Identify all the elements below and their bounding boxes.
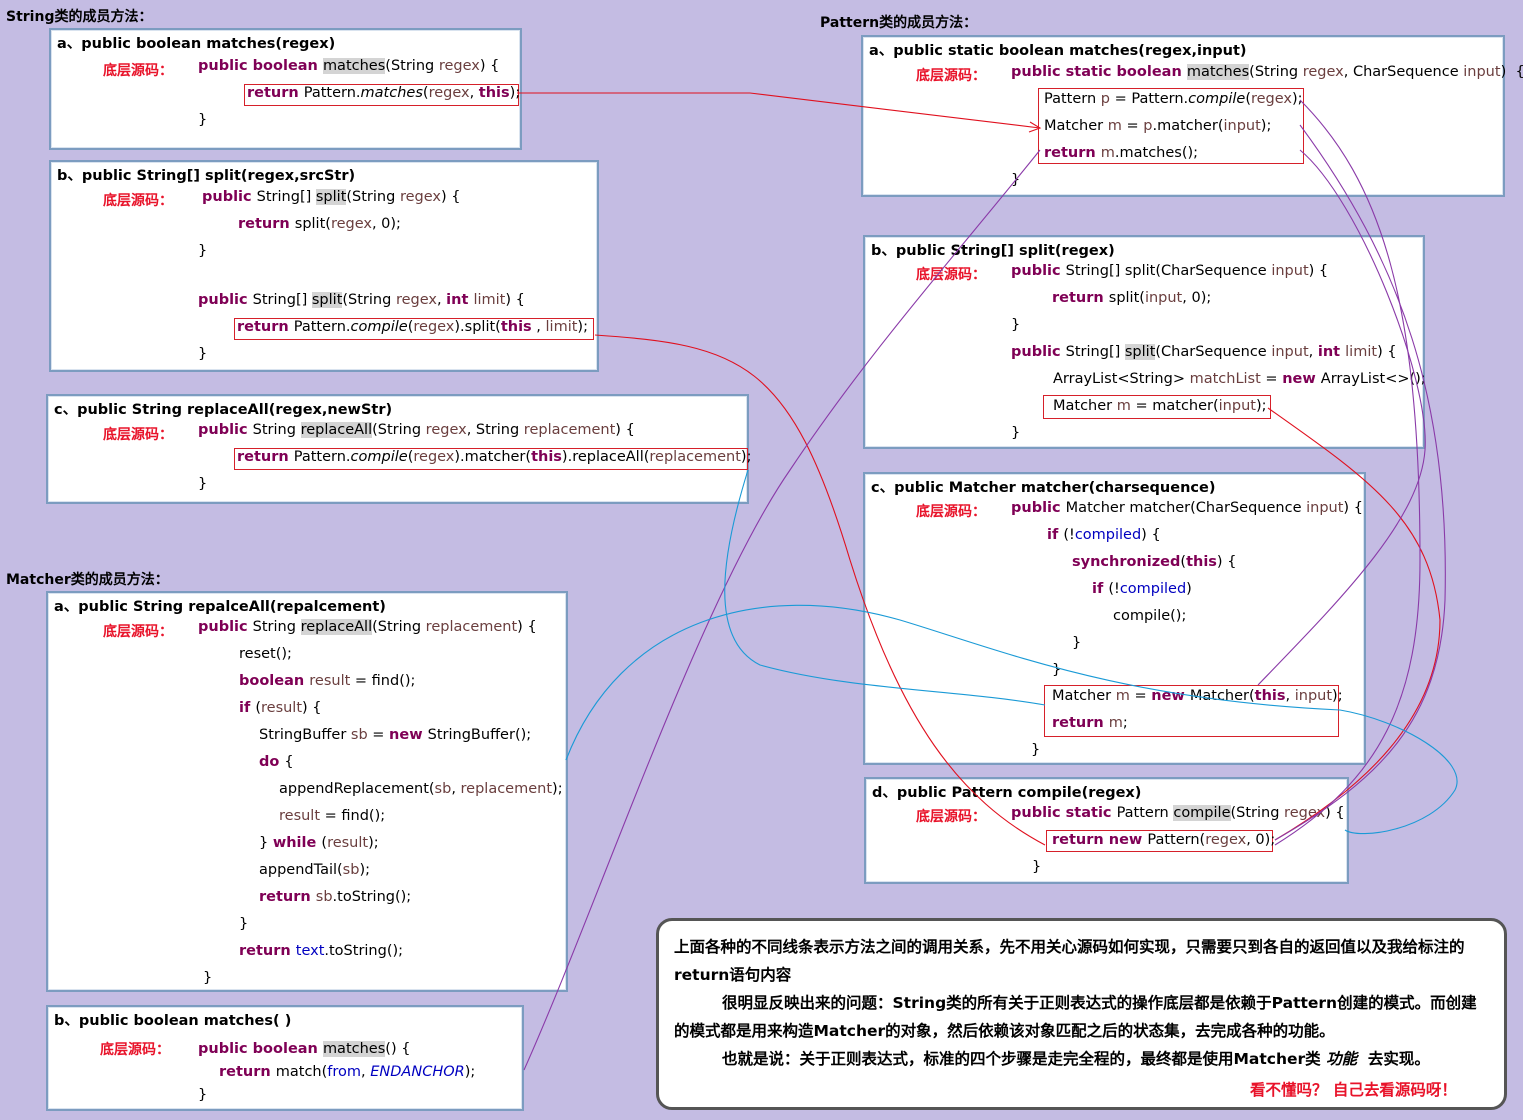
note-warning: 看不懂吗？ 自己去看源码呀！ <box>1250 1081 1457 1099</box>
code-line: public String[] split(CharSequence input… <box>1011 263 1329 279</box>
code-line: if (result) { <box>239 700 322 716</box>
note-text: 也就是说：关于正则表达式，标准的四个步骤是走完全程的，最终都是使用Matcher… <box>722 1050 1430 1068</box>
code-line: public static Pattern compile(String reg… <box>1011 805 1345 821</box>
code-line: return split(regex, 0); <box>238 216 401 232</box>
box-title: a、public static boolean matches(regex,in… <box>869 43 1247 59</box>
string-split-box: b、public String[] split(regex,srcStr) 底层… <box>49 160 599 372</box>
code-line: boolean result = find(); <box>239 673 416 689</box>
code-line: do { <box>259 754 294 770</box>
source-label: 底层源码： <box>103 427 173 443</box>
matcher-replaceall-box: a、public String repalceAll(repalcement) … <box>46 591 568 992</box>
code-line: return split(input, 0); <box>1052 290 1212 306</box>
source-label: 底层源码： <box>916 267 986 283</box>
section-string-title: String类的成员方法： <box>6 9 153 25</box>
box-title: a、public String repalceAll(repalcement) <box>54 599 386 615</box>
box-title: b、public String[] split(regex,srcStr) <box>57 168 356 184</box>
pattern-compile-box: d、public Pattern compile(regex) 底层源码： pu… <box>864 777 1349 884</box>
code-line: } <box>1011 425 1021 441</box>
code-line: return Pattern.compile(regex).split(this… <box>237 319 588 335</box>
code-line: synchronized(this) { <box>1072 554 1237 570</box>
code-line: } <box>1011 172 1021 188</box>
code-line: } <box>203 970 213 986</box>
code-line: public String replaceAll(String replacem… <box>198 619 537 635</box>
code-line: } <box>239 916 249 932</box>
code-line: } <box>1052 662 1062 678</box>
code-line: public boolean matches(String regex) { <box>198 58 500 74</box>
explanation-note: 上面各种的不同线条表示方法之间的调用关系，先不用关心源码如何实现，只需要只到各自… <box>656 918 1507 1110</box>
code-line: compile(); <box>1113 608 1187 624</box>
source-label: 底层源码： <box>100 1042 170 1058</box>
pattern-matches-box: a、public static boolean matches(regex,in… <box>861 35 1523 197</box>
box-title: d、public Pattern compile(regex) <box>872 785 1142 801</box>
code-line: return Pattern.matches(regex, this); <box>247 85 521 101</box>
code-line: } <box>198 346 208 362</box>
code-line: StringBuffer sb = new StringBuffer(); <box>259 727 532 743</box>
code-line: ArrayList<String> matchList = new ArrayL… <box>1053 371 1426 387</box>
code-line: appendTail(sb); <box>259 862 370 878</box>
code-line: } <box>198 1087 208 1103</box>
note-text: 很明显反映出来的问题：String类的所有关于正则表达式的操作底层都是依赖于Pa… <box>722 994 1477 1012</box>
code-line: return m.matches(); <box>1044 145 1199 161</box>
source-label: 底层源码： <box>103 193 173 209</box>
code-line: appendReplacement(sb, replacement); <box>279 781 563 797</box>
code-line: return new Pattern(regex, 0); <box>1052 832 1276 848</box>
code-line: reset(); <box>239 646 292 662</box>
code-line: } <box>1031 742 1041 758</box>
code-line: return sb.toString(); <box>259 889 412 905</box>
code-line: Matcher m = new Matcher(this, input); <box>1052 688 1343 704</box>
code-line: } <box>1072 635 1082 651</box>
code-line: if (!compiled) <box>1092 581 1192 597</box>
code-line: public String replaceAll(String regex, S… <box>198 422 635 438</box>
code-line: } <box>198 243 208 259</box>
code-line: public boolean matches() { <box>198 1041 411 1057</box>
matcher-matches-box: b、public boolean matches( ) 底层源码： public… <box>46 1005 524 1111</box>
code-line: } <box>1032 859 1042 875</box>
string-replaceall-box: c、public String replaceAll(regex,newStr)… <box>46 394 752 504</box>
source-label: 底层源码： <box>103 624 173 640</box>
section-pattern-title: Pattern类的成员方法： <box>820 15 978 31</box>
code-line: if (!compiled) { <box>1047 527 1161 543</box>
box-title: c、public Matcher matcher(charsequence) <box>871 480 1216 496</box>
code-line: return text.toString(); <box>239 943 404 959</box>
string-matches-box: a、public boolean matches(regex) 底层源码： pu… <box>49 28 522 150</box>
source-label: 底层源码： <box>916 68 986 84</box>
code-line: } <box>198 112 208 128</box>
code-line: Pattern p = Pattern.compile(regex); <box>1044 91 1303 107</box>
note-text: 的模式都是用来构造Matcher的对象，然后依赖该对象匹配之后的状态集，去完成各… <box>674 1022 1335 1040</box>
section-matcher-title: Matcher类的成员方法： <box>6 572 169 588</box>
note-text: 上面各种的不同线条表示方法之间的调用关系，先不用关心源码如何实现，只需要只到各自… <box>674 938 1465 956</box>
box-title: a、public boolean matches(regex) <box>57 36 336 52</box>
pattern-split-box: b、public String[] split(regex) 底层源码： pub… <box>863 235 1426 449</box>
code-line: public static boolean matches(String reg… <box>1011 64 1523 80</box>
code-line: public String[] split(String regex) { <box>202 189 461 205</box>
source-label: 底层源码： <box>103 63 173 79</box>
box-title: b、public boolean matches( ) <box>54 1013 292 1029</box>
code-line: } <box>1011 317 1021 333</box>
code-line: return Pattern.compile(regex).matcher(th… <box>237 449 752 465</box>
code-line: public String[] split(CharSequence input… <box>1011 344 1397 360</box>
pattern-matcher-box: c、public Matcher matcher(charsequence) 底… <box>863 472 1366 765</box>
code-line: result = find(); <box>279 808 386 824</box>
code-line: return match(from, ENDANCHOR); <box>219 1064 476 1080</box>
code-line: public Matcher matcher(CharSequence inpu… <box>1011 500 1363 516</box>
code-line: public String[] split(String regex, int … <box>198 292 525 308</box>
source-label: 底层源码： <box>916 809 986 825</box>
box-title: b、public String[] split(regex) <box>871 243 1115 259</box>
note-text: return语句内容 <box>674 966 792 984</box>
box-title: c、public String replaceAll(regex,newStr) <box>54 402 393 418</box>
code-line: } while (result); <box>259 835 379 851</box>
source-label: 底层源码： <box>916 504 986 520</box>
code-line: Matcher m = p.matcher(input); <box>1044 118 1272 134</box>
code-line: } <box>198 476 208 492</box>
code-line: return m; <box>1052 715 1128 731</box>
code-line: Matcher m = matcher(input); <box>1053 398 1267 414</box>
